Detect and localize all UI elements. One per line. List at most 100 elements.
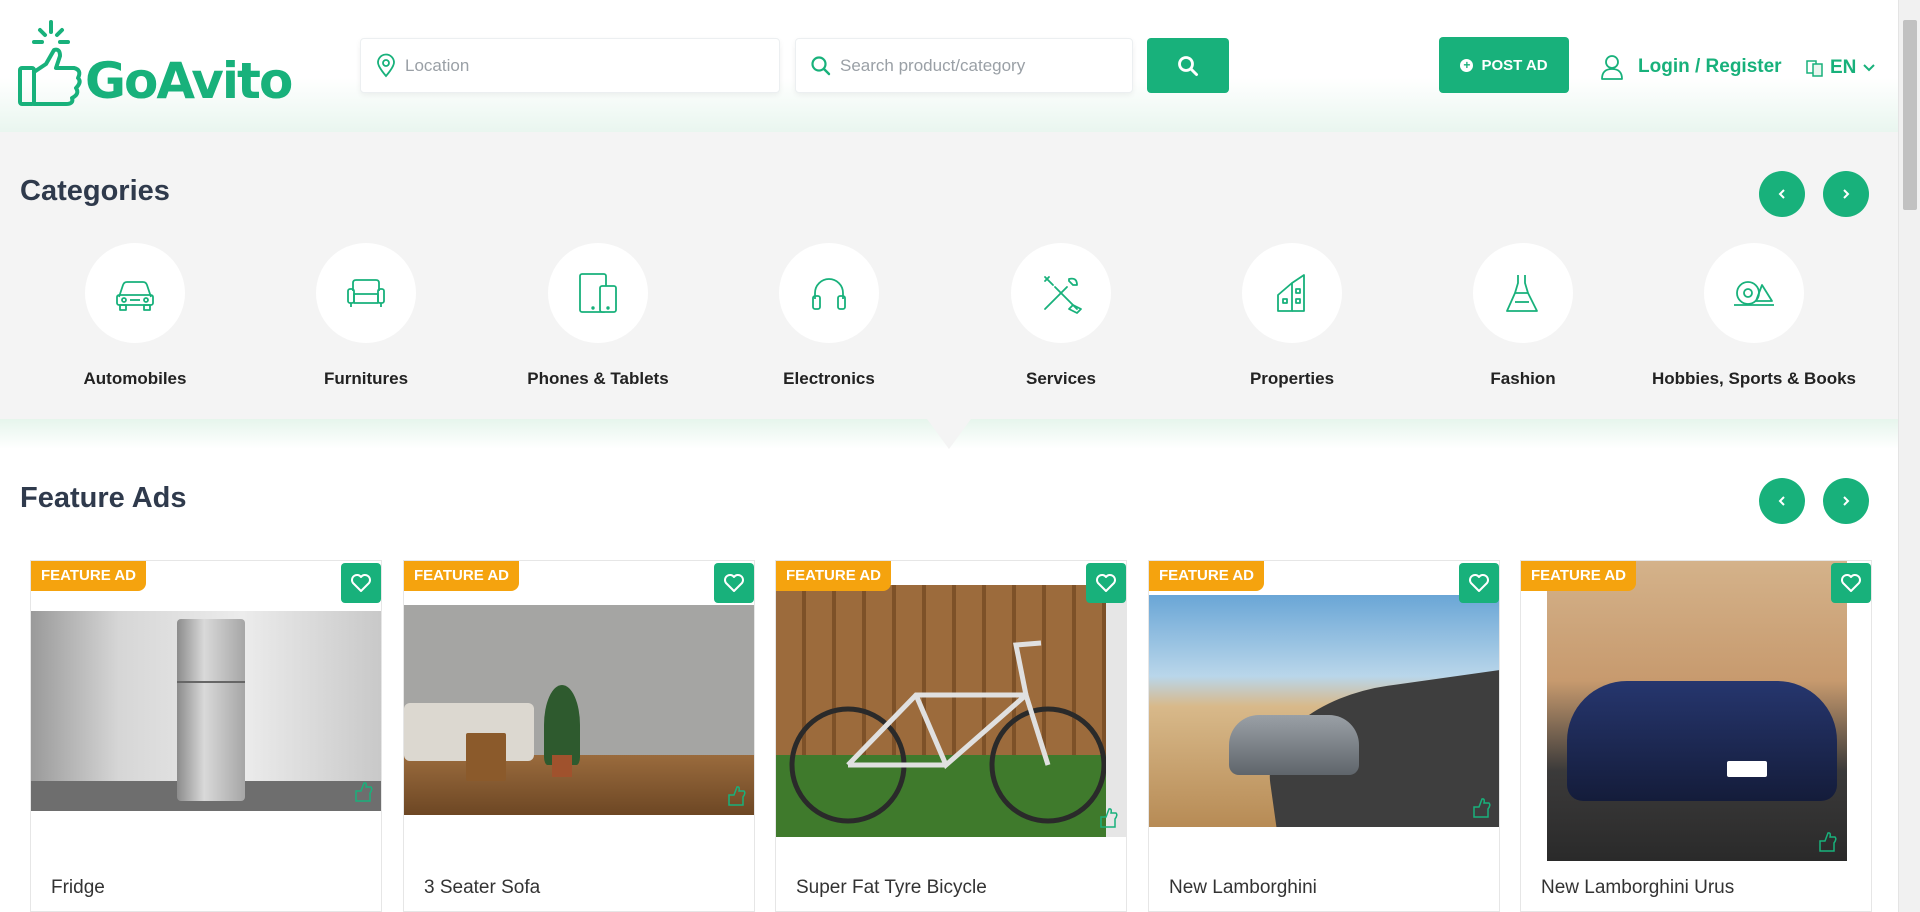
- user-icon: [1601, 55, 1623, 80]
- category-icon-circle: [1704, 243, 1804, 343]
- favorite-button[interactable]: [1086, 563, 1126, 603]
- category-furnitures[interactable]: Furnitures: [251, 243, 481, 389]
- location-input[interactable]: [405, 39, 685, 92]
- chevron-left-icon: [1778, 496, 1785, 506]
- category-properties[interactable]: Properties: [1177, 243, 1407, 389]
- heart-icon: [1469, 574, 1489, 592]
- ad-title: New Lamborghini Urus: [1541, 877, 1735, 898]
- ad-title: Super Fat Tyre Bicycle: [796, 877, 987, 898]
- bicycle-graphic: [789, 640, 1106, 824]
- category-label: Fashion: [1490, 369, 1556, 388]
- watermark-logo-icon: [1100, 808, 1118, 828]
- post-ad-button[interactable]: + POST AD: [1439, 37, 1569, 93]
- feature-ad-badge: FEATURE AD: [31, 561, 146, 591]
- heart-icon: [724, 574, 744, 592]
- category-label: Electronics: [783, 369, 875, 388]
- feature-ads-next-button[interactable]: [1823, 478, 1869, 524]
- translate-icon: [1806, 60, 1823, 77]
- phone-tablet-icon: [579, 273, 617, 313]
- category-label: Properties: [1249, 369, 1335, 388]
- plus-circle-icon: +: [1460, 58, 1474, 72]
- sofa-icon: [347, 279, 385, 307]
- category-hobbies-sports-books[interactable]: Hobbies, Sports & Books: [1639, 243, 1869, 389]
- language-selector[interactable]: EN: [1806, 54, 1876, 82]
- tools-icon: [1044, 276, 1082, 314]
- category-icon-circle: [316, 243, 416, 343]
- category-fashion[interactable]: Fashion: [1408, 243, 1638, 389]
- ad-image: [1149, 595, 1499, 827]
- categories-next-button[interactable]: [1823, 171, 1869, 217]
- feature-ad-card[interactable]: FEATURE AD New Lamborghini: [1148, 560, 1500, 912]
- dress-icon: [1506, 275, 1538, 312]
- brand-name: GoAvito: [85, 52, 293, 110]
- feature-ads-title: Feature Ads: [20, 482, 187, 514]
- categories-notch: [927, 419, 971, 449]
- login-register-link[interactable]: Login / Register: [1600, 52, 1782, 82]
- favorite-button[interactable]: [1831, 563, 1871, 603]
- feature-ads-prev-button[interactable]: [1759, 478, 1805, 524]
- category-label: Services: [1026, 369, 1096, 388]
- watermark-logo-icon: [728, 786, 746, 806]
- category-icon-circle: [1242, 243, 1342, 343]
- chevron-left-icon: [1778, 189, 1785, 199]
- ad-image: [404, 605, 754, 815]
- search-icon: [811, 56, 831, 76]
- ad-title: New Lamborghini: [1169, 877, 1317, 898]
- feature-ad-card[interactable]: FEATURE AD New Lamborghini Urus: [1520, 560, 1872, 912]
- car-icon: [116, 281, 154, 311]
- category-phones-tablets[interactable]: Phones & Tablets: [483, 243, 713, 389]
- language-label: EN: [1830, 57, 1857, 78]
- category-label: Hobbies, Sports & Books: [1651, 369, 1857, 388]
- category-label: Automobiles: [83, 369, 187, 388]
- feature-ad-badge: FEATURE AD: [404, 561, 519, 591]
- search-icon: [1178, 55, 1198, 76]
- scrollbar-thumb[interactable]: [1903, 20, 1917, 210]
- page-scrollbar[interactable]: [1898, 0, 1920, 912]
- feature-ad-card[interactable]: FEATURE AD Super Fat Tyre Bicycle: [775, 560, 1127, 912]
- ad-title: 3 Seater Sofa: [424, 877, 541, 898]
- heart-icon: [351, 574, 371, 592]
- site-header: GoAvito + POST AD Login / Register: [0, 0, 1898, 132]
- login-label: Login / Register: [1638, 56, 1782, 77]
- chevron-right-icon: [1843, 189, 1850, 199]
- logo[interactable]: GoAvito: [18, 20, 293, 110]
- chevron-down-icon: [1863, 64, 1876, 72]
- heart-icon: [1096, 574, 1116, 592]
- search-field[interactable]: [795, 38, 1133, 93]
- watermark-logo-icon: [1819, 832, 1837, 852]
- search-input[interactable]: [840, 39, 1120, 92]
- ad-image: [31, 611, 381, 811]
- feature-ad-badge: FEATURE AD: [1521, 561, 1636, 591]
- category-icon-circle: [548, 243, 648, 343]
- feature-ad-card[interactable]: FEATURE AD 3 Seater Sofa: [403, 560, 755, 912]
- feature-ad-card[interactable]: FEATURE AD Fridge: [30, 560, 382, 912]
- feature-ad-badge: FEATURE AD: [776, 561, 891, 591]
- category-icon-circle: [1473, 243, 1573, 343]
- post-ad-label: POST AD: [1481, 56, 1548, 74]
- favorite-button[interactable]: [1459, 563, 1499, 603]
- ad-title: Fridge: [51, 877, 105, 898]
- category-icon-circle: [1011, 243, 1111, 343]
- favorite-button[interactable]: [714, 563, 754, 603]
- house-icon: [1277, 274, 1305, 312]
- headphones-icon: [812, 278, 846, 310]
- categories-title: Categories: [20, 175, 170, 207]
- category-label: Phones & Tablets: [527, 369, 669, 388]
- watermark-logo-icon: [355, 782, 373, 802]
- category-icon-circle: [85, 243, 185, 343]
- category-electronics[interactable]: Electronics: [714, 243, 944, 389]
- heart-icon: [1841, 574, 1861, 592]
- map-pin-icon: [377, 53, 395, 78]
- sports-icon: [1734, 281, 1774, 306]
- category-services[interactable]: Services: [946, 243, 1176, 389]
- category-label: Furnitures: [323, 369, 409, 388]
- chevron-right-icon: [1843, 496, 1850, 506]
- category-automobiles[interactable]: Automobiles: [20, 243, 250, 389]
- favorite-button[interactable]: [341, 563, 381, 603]
- location-field[interactable]: [360, 38, 780, 93]
- categories-prev-button[interactable]: [1759, 171, 1805, 217]
- search-button[interactable]: [1147, 38, 1229, 93]
- ad-image: [1547, 561, 1847, 861]
- watermark-logo-icon: [1473, 798, 1491, 818]
- feature-ad-badge: FEATURE AD: [1149, 561, 1264, 591]
